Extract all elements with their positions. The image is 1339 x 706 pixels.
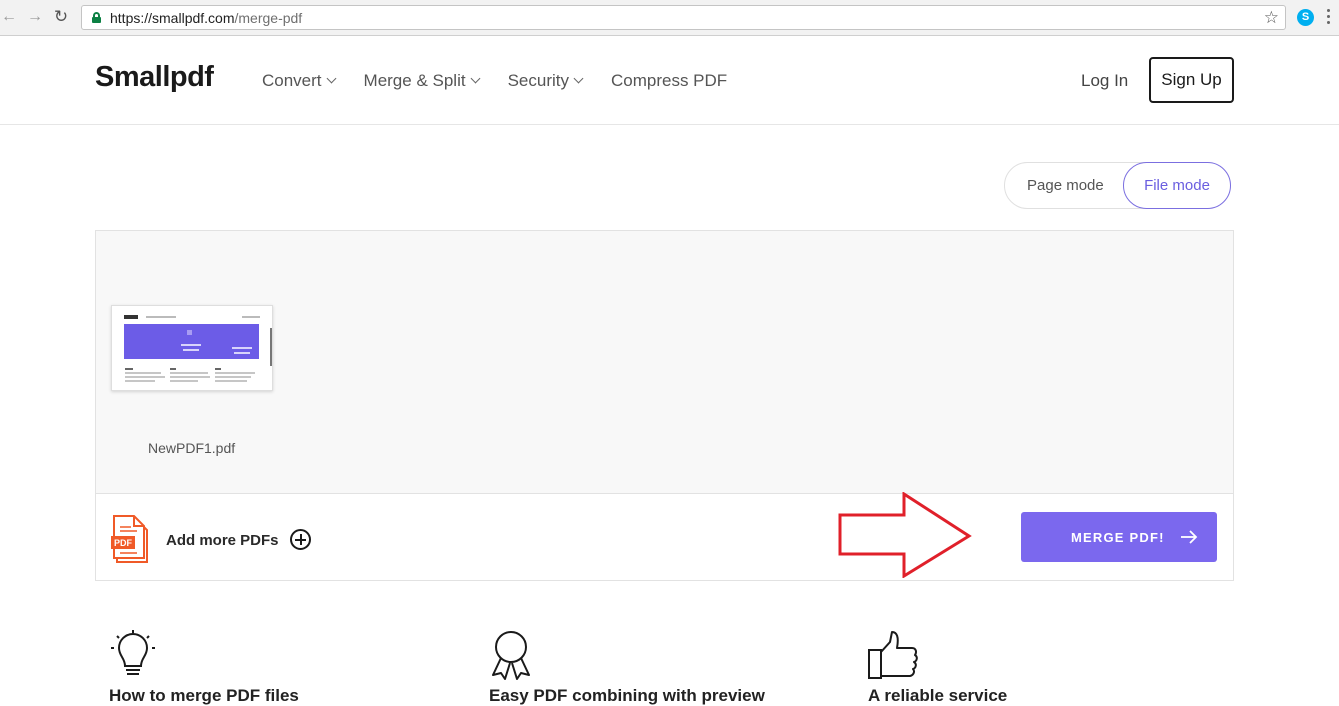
arrow-right-icon	[1181, 530, 1198, 544]
merge-pdf-label: MERGE PDF!	[1071, 530, 1165, 545]
award-ribbon-icon	[492, 631, 530, 680]
mode-toggle: Page mode File mode	[1004, 162, 1231, 209]
file-mode-button[interactable]: File mode	[1123, 162, 1231, 209]
file-thumbnail[interactable]	[111, 305, 273, 391]
thumbnail-text-column	[170, 368, 210, 384]
thumbnail-scrollbar	[270, 328, 272, 366]
main-nav: Convert Merge & Split Security Compress …	[262, 71, 756, 91]
lightbulb-icon	[111, 630, 155, 675]
feature-title-reliable-service: A reliable service	[868, 686, 1008, 705]
thumbnail-text-column	[125, 368, 165, 384]
star-icon[interactable]: ☆	[1264, 8, 1279, 28]
url-text[interactable]: https://smallpdf.com/merge-pdf	[110, 10, 302, 26]
file-workspace: NewPDF1.pdf	[95, 230, 1234, 493]
chevron-down-icon	[326, 73, 336, 84]
nav-convert[interactable]: Convert	[262, 71, 336, 91]
site-header: Smallpdf Convert Merge & Split Security …	[0, 37, 1339, 125]
annotation-arrow-icon	[838, 492, 972, 578]
menu-dots-icon[interactable]	[1327, 9, 1331, 27]
skype-icon[interactable]: S	[1297, 9, 1314, 26]
back-arrow-icon[interactable]: ←	[0, 8, 18, 26]
nav-compress-pdf[interactable]: Compress PDF	[611, 71, 727, 91]
thumbnail-text-column	[215, 368, 255, 384]
plus-circle-icon[interactable]	[290, 529, 311, 550]
address-bar[interactable]: https://smallpdf.com/merge-pdf ☆	[81, 5, 1286, 30]
thumbnail-header	[124, 314, 260, 322]
signup-button[interactable]: Sign Up	[1149, 57, 1234, 103]
pdf-file-icon[interactable]: PDF	[111, 512, 151, 564]
feature-title-easy-combining: Easy PDF combining with preview	[489, 686, 765, 705]
thumbnail-banner	[124, 324, 259, 359]
file-name: NewPDF1.pdf	[148, 440, 236, 456]
chevron-down-icon	[573, 73, 584, 84]
forward-arrow-icon[interactable]: →	[26, 8, 44, 26]
lock-icon	[92, 12, 101, 23]
nav-merge-split[interactable]: Merge & Split	[364, 71, 481, 91]
page-mode-button[interactable]: Page mode	[1027, 177, 1104, 194]
chevron-down-icon	[470, 73, 481, 84]
nav-security[interactable]: Security	[508, 71, 584, 91]
smallpdf-logo[interactable]: Smallpdf	[95, 61, 214, 94]
svg-text:PDF: PDF	[114, 538, 133, 548]
browser-toolbar: ← → ↻ https://smallpdf.com/merge-pdf ☆ S	[0, 0, 1339, 36]
reload-icon[interactable]: ↻	[52, 8, 70, 26]
login-link[interactable]: Log In	[1081, 71, 1128, 91]
thumbs-up-icon	[868, 631, 918, 679]
merge-pdf-button[interactable]: MERGE PDF!	[1021, 512, 1217, 562]
feature-title-how-to-merge: How to merge PDF files	[109, 686, 299, 705]
add-more-pdfs-button[interactable]: Add more PDFs	[166, 532, 279, 549]
